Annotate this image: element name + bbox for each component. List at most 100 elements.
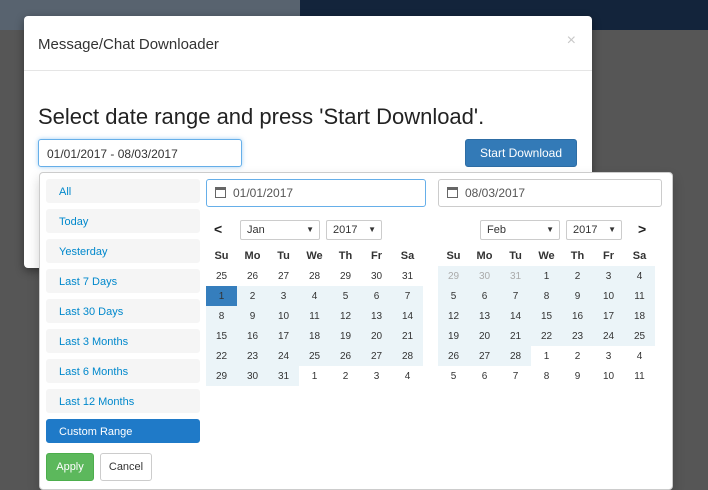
calendar-day[interactable]: 27 — [361, 346, 392, 366]
calendar-day[interactable]: 31 — [268, 366, 299, 386]
calendar-day[interactable]: 1 — [206, 286, 237, 306]
calendar-day[interactable]: 5 — [330, 286, 361, 306]
calendar-day[interactable]: 24 — [593, 326, 624, 346]
calendar-day[interactable]: 6 — [361, 286, 392, 306]
calendar-day[interactable]: 29 — [438, 266, 469, 286]
calendar-day[interactable]: 23 — [237, 346, 268, 366]
calendar-day[interactable]: 20 — [361, 326, 392, 346]
calendar-day[interactable]: 25 — [299, 346, 330, 366]
calendar-day[interactable]: 28 — [392, 346, 423, 366]
calendar-day[interactable]: 19 — [330, 326, 361, 346]
calendar-day[interactable]: 4 — [624, 266, 655, 286]
calendar-day[interactable]: 17 — [593, 306, 624, 326]
calendar-day[interactable]: 11 — [624, 286, 655, 306]
calendar-day[interactable]: 4 — [624, 346, 655, 366]
start-year-select[interactable]: 2017 ▼ — [326, 220, 382, 240]
calendar-day[interactable]: 11 — [624, 366, 655, 386]
calendar-day[interactable]: 9 — [562, 286, 593, 306]
calendar-day[interactable]: 2 — [562, 346, 593, 366]
calendar-day[interactable]: 1 — [531, 346, 562, 366]
calendar-day[interactable]: 1 — [531, 266, 562, 286]
calendar-day[interactable]: 13 — [469, 306, 500, 326]
date-range-input[interactable]: 01/01/2017 - 08/03/2017 — [38, 139, 242, 167]
calendar-day[interactable]: 22 — [531, 326, 562, 346]
range-item-last-6-months[interactable]: Last 6 Months — [46, 359, 200, 383]
close-icon[interactable]: × — [567, 32, 576, 50]
calendar-day[interactable]: 29 — [206, 366, 237, 386]
range-item-last-12-months[interactable]: Last 12 Months — [46, 389, 200, 413]
calendar-day[interactable]: 30 — [237, 366, 268, 386]
calendar-day[interactable]: 27 — [268, 266, 299, 286]
cancel-button[interactable]: Cancel — [100, 453, 152, 481]
end-date-input[interactable]: 08/03/2017 — [438, 179, 662, 207]
calendar-day[interactable]: 22 — [206, 346, 237, 366]
calendar-day[interactable]: 15 — [206, 326, 237, 346]
calendar-day[interactable]: 1 — [299, 366, 330, 386]
prev-month-arrow-icon[interactable]: < — [214, 221, 222, 237]
calendar-day[interactable]: 14 — [392, 306, 423, 326]
calendar-day[interactable]: 8 — [531, 286, 562, 306]
calendar-day[interactable]: 10 — [268, 306, 299, 326]
calendar-day[interactable]: 16 — [562, 306, 593, 326]
calendar-day[interactable]: 24 — [268, 346, 299, 366]
calendar-day[interactable]: 4 — [299, 286, 330, 306]
calendar-day[interactable]: 2 — [237, 286, 268, 306]
calendar-day[interactable]: 7 — [500, 286, 531, 306]
calendar-day[interactable]: 9 — [562, 366, 593, 386]
calendar-day[interactable]: 15 — [531, 306, 562, 326]
calendar-day[interactable]: 7 — [500, 366, 531, 386]
calendar-day[interactable]: 6 — [469, 366, 500, 386]
calendar-day[interactable]: 30 — [469, 266, 500, 286]
calendar-day[interactable]: 10 — [593, 286, 624, 306]
calendar-day[interactable]: 12 — [438, 306, 469, 326]
calendar-day[interactable]: 4 — [392, 366, 423, 386]
range-item-last-7-days[interactable]: Last 7 Days — [46, 269, 200, 293]
calendar-day[interactable]: 21 — [392, 326, 423, 346]
calendar-day[interactable]: 11 — [299, 306, 330, 326]
calendar-day[interactable]: 9 — [237, 306, 268, 326]
calendar-day[interactable]: 31 — [392, 266, 423, 286]
calendar-day[interactable]: 14 — [500, 306, 531, 326]
start-date-input[interactable]: 01/01/2017 — [206, 179, 426, 207]
calendar-day[interactable]: 3 — [361, 366, 392, 386]
range-item-today[interactable]: Today — [46, 209, 200, 233]
calendar-day[interactable]: 16 — [237, 326, 268, 346]
calendar-day[interactable]: 7 — [392, 286, 423, 306]
start-download-button[interactable]: Start Download — [465, 139, 577, 167]
calendar-day[interactable]: 6 — [469, 286, 500, 306]
calendar-day[interactable]: 21 — [500, 326, 531, 346]
calendar-day[interactable]: 18 — [624, 306, 655, 326]
start-month-select[interactable]: Jan ▼ — [240, 220, 320, 240]
calendar-day[interactable]: 23 — [562, 326, 593, 346]
calendar-day[interactable]: 28 — [500, 346, 531, 366]
calendar-day[interactable]: 8 — [531, 366, 562, 386]
calendar-day[interactable]: 26 — [438, 346, 469, 366]
end-year-select[interactable]: 2017 ▼ — [566, 220, 622, 240]
calendar-day[interactable]: 28 — [299, 266, 330, 286]
calendar-day[interactable]: 3 — [593, 346, 624, 366]
end-month-select[interactable]: Feb ▼ — [480, 220, 560, 240]
calendar-day[interactable]: 12 — [330, 306, 361, 326]
apply-button[interactable]: Apply — [46, 453, 94, 481]
calendar-day[interactable]: 18 — [299, 326, 330, 346]
calendar-day[interactable]: 5 — [438, 286, 469, 306]
calendar-day[interactable]: 29 — [330, 266, 361, 286]
calendar-day[interactable]: 3 — [593, 266, 624, 286]
calendar-day[interactable]: 13 — [361, 306, 392, 326]
calendar-day[interactable]: 10 — [593, 366, 624, 386]
calendar-day[interactable]: 25 — [624, 326, 655, 346]
range-item-last-30-days[interactable]: Last 30 Days — [46, 299, 200, 323]
calendar-day[interactable]: 30 — [361, 266, 392, 286]
calendar-day[interactable]: 20 — [469, 326, 500, 346]
next-month-arrow-icon[interactable]: > — [638, 221, 646, 237]
range-item-custom-range[interactable]: Custom Range — [46, 419, 200, 443]
calendar-day[interactable]: 8 — [206, 306, 237, 326]
calendar-day[interactable]: 5 — [438, 366, 469, 386]
calendar-day[interactable]: 31 — [500, 266, 531, 286]
calendar-day[interactable]: 26 — [237, 266, 268, 286]
range-item-yesterday[interactable]: Yesterday — [46, 239, 200, 263]
range-item-last-3-months[interactable]: Last 3 Months — [46, 329, 200, 353]
range-item-all[interactable]: All — [46, 179, 200, 203]
calendar-day[interactable]: 25 — [206, 266, 237, 286]
calendar-day[interactable]: 19 — [438, 326, 469, 346]
